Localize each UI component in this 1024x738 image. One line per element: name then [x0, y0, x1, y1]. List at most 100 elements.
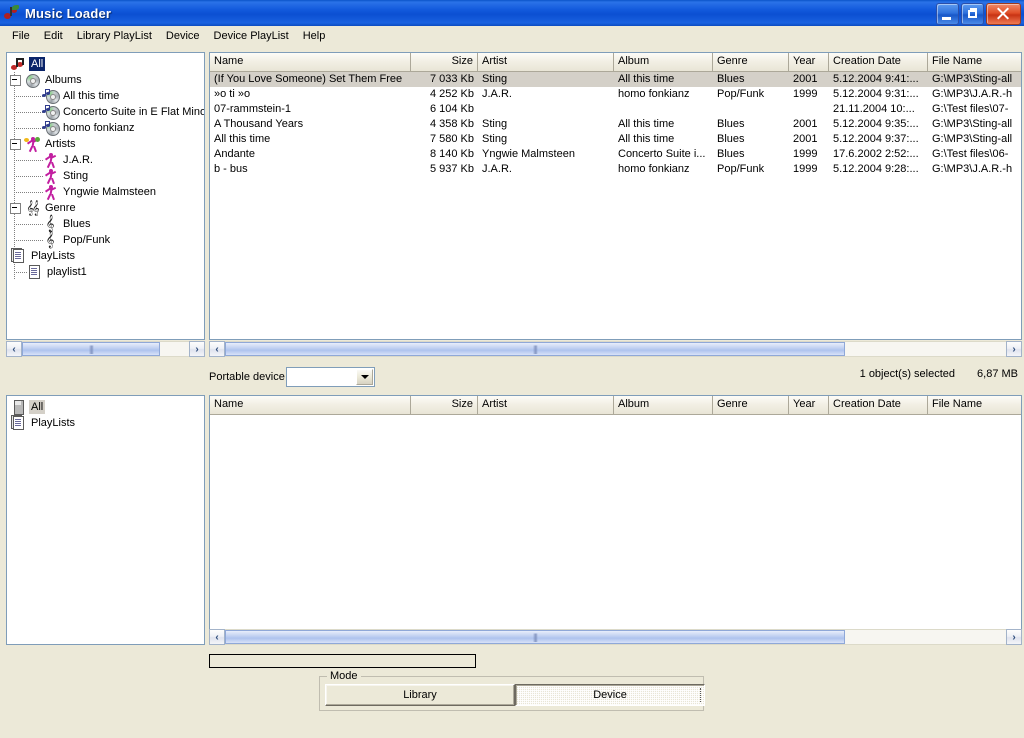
menu-device-playlist[interactable]: Device PlayList [207, 28, 296, 44]
library-list-cell: 7 580 Kb [429, 133, 474, 145]
library-list-cell: Concerto Suite i... [618, 148, 706, 160]
scroll-thumb[interactable]: ||| [225, 342, 845, 356]
library-list-cell: All this time [618, 118, 675, 130]
scroll-track[interactable]: ||| [225, 341, 1006, 357]
library-list-cell: 5.12.2004 9:37:... [833, 133, 919, 145]
scroll-left-arrow[interactable]: ‹ [209, 341, 225, 357]
device-list-column-header[interactable]: Year [789, 396, 829, 414]
scroll-grip: ||| [88, 344, 94, 354]
device-tree-node[interactable]: PlayLists [10, 415, 204, 431]
table-row[interactable]: »o ti »o 4 252 Kb J.A.R. homo fonkianz Pop/F… [210, 87, 1021, 102]
cd-music-icon [42, 88, 60, 104]
scroll-right-arrow[interactable]: › [189, 341, 205, 357]
library-list-cell: 21.11.2004 10:... [833, 103, 915, 115]
library-tree-node-label: J.A.R. [63, 154, 93, 166]
library-tree-expander[interactable] [10, 138, 21, 150]
library-tree-node[interactable]: Sting [10, 168, 204, 185]
library-list-cell: 8 140 Kb [429, 148, 474, 160]
scroll-thumb[interactable]: ||| [225, 630, 845, 644]
device-list-column-header[interactable]: Artist [478, 396, 614, 414]
library-list-cell: 4 358 Kb [429, 118, 474, 130]
scroll-left-arrow[interactable]: ‹ [6, 341, 22, 357]
library-tree-node[interactable]: 𝄞 Blues [10, 216, 204, 232]
menu-help[interactable]: Help [296, 28, 333, 44]
menu-file[interactable]: File [5, 28, 37, 44]
library-list-cell: 2001 [793, 118, 818, 130]
library-tree-node[interactable]: homo fonkianz [10, 120, 204, 136]
menu-device[interactable]: Device [159, 28, 207, 44]
device-list-header[interactable]: Name Size Artist Album Genre Year Creation Dat… [210, 396, 1021, 415]
device-tree-node[interactable]: All [10, 399, 204, 415]
library-list-cell: homo fonkianz [618, 88, 690, 100]
music-note-icon [10, 56, 26, 72]
library-list-column-header[interactable]: Year [789, 53, 829, 71]
device-tree[interactable]: All PlayLists [6, 395, 205, 645]
library-list-column-header[interactable]: Name [210, 53, 411, 71]
menu-edit[interactable]: Edit [37, 28, 70, 44]
clef-icon: 𝄞 [45, 231, 55, 248]
menu-library-playlist[interactable]: Library PlayList [70, 28, 159, 44]
scroll-left-arrow[interactable]: ‹ [209, 629, 225, 645]
table-row[interactable]: A Thousand Years 4 358 Kb Sting All this ti… [210, 117, 1021, 132]
library-list[interactable]: Name Size Artist Album Genre Year Creation Dat… [209, 52, 1022, 340]
library-list-column-header[interactable]: Artist [478, 53, 614, 71]
device-list-column-header[interactable]: Genre [713, 396, 789, 414]
window-controls [936, 3, 1021, 25]
library-tree-node[interactable]: J.A.R. [10, 152, 204, 169]
library-tree-node[interactable]: All this time [10, 88, 204, 104]
portable-device-label: Portable device [209, 371, 285, 383]
playlist-icon [26, 264, 42, 280]
dancer-icon [42, 152, 58, 169]
library-list-column-header[interactable]: Creation Date [829, 53, 928, 71]
close-button[interactable] [986, 3, 1021, 25]
device-list-column-header[interactable]: Creation Date [829, 396, 928, 414]
table-row[interactable]: (If You Love Someone) Set Them Free 7 033… [210, 72, 1021, 87]
library-list-hscrollbar[interactable]: ‹ ||| › [209, 341, 1022, 357]
library-tree-node[interactable]: Concerto Suite in E Flat Minor [10, 104, 204, 120]
scroll-right-arrow[interactable]: › [1006, 341, 1022, 357]
library-tree-node[interactable]: All [10, 56, 204, 72]
mode-library-button[interactable]: Library [325, 684, 515, 706]
library-list-column-header[interactable]: Album [614, 53, 713, 71]
restore-button[interactable] [961, 3, 984, 25]
library-list-cell: 5.12.2004 9:35:... [833, 118, 919, 130]
table-row[interactable]: b - bus 5 937 Kb J.A.R. homo fonkianz Pop/Fu… [210, 162, 1021, 177]
table-row[interactable]: All this time 7 580 Kb Sting All this time B… [210, 132, 1021, 147]
library-list-body[interactable]: (If You Love Someone) Set Them Free 7 033… [210, 72, 1021, 177]
chevron-down-icon[interactable] [356, 369, 373, 385]
library-list-header[interactable]: Name Size Artist Album Genre Year Creation Dat… [210, 53, 1021, 72]
library-tree[interactable]: All Albums All this time Concerto Suite in … [6, 52, 205, 340]
library-list-cell: G:\MP3\J.A.R.-h [932, 88, 1013, 100]
scroll-track[interactable]: ||| [225, 629, 1006, 645]
portable-device-combo[interactable] [286, 367, 375, 387]
library-tree-node[interactable]: playlist1 [10, 264, 204, 280]
library-tree-node[interactable]: Albums [10, 72, 204, 88]
library-tree-node[interactable]: 𝄞 Pop/Funk [10, 232, 204, 248]
library-tree-node[interactable]: Artists [10, 136, 204, 153]
library-tree-expander[interactable] [10, 202, 21, 214]
library-tree-hscrollbar[interactable]: ‹ ||| › [6, 341, 205, 357]
library-list-cell: Blues [717, 118, 745, 130]
device-list-column-header[interactable]: Album [614, 396, 713, 414]
library-list-column-header[interactable]: File Name [928, 53, 1021, 71]
table-row[interactable]: Andante 8 140 Kb Yngwie Malmsteen Concerto … [210, 147, 1021, 162]
library-tree-node[interactable]: 𝄞𝄞 Genre [10, 200, 204, 216]
device-list-column-header[interactable]: File Name [928, 396, 1021, 414]
library-tree-node[interactable]: PlayLists [10, 248, 204, 264]
library-tree-node[interactable]: Yngwie Malmsteen [10, 184, 204, 201]
scroll-right-arrow[interactable]: › [1006, 629, 1022, 645]
library-list-cell: Pop/Funk [717, 163, 765, 175]
device-list-hscrollbar[interactable]: ‹ ||| › [209, 629, 1022, 645]
library-tree-expander[interactable] [10, 74, 21, 86]
device-list-column-header[interactable]: Name [210, 396, 411, 414]
mode-device-button[interactable]: Device [515, 684, 705, 706]
scroll-track[interactable]: ||| [22, 341, 189, 357]
scroll-thumb[interactable]: ||| [22, 342, 160, 356]
cd-music-icon [42, 120, 60, 136]
device-list[interactable]: Name Size Artist Album Genre Year Creation Dat… [209, 395, 1022, 645]
device-list-column-header[interactable]: Size [411, 396, 478, 414]
library-list-column-header[interactable]: Genre [713, 53, 789, 71]
library-list-column-header[interactable]: Size [411, 53, 478, 71]
table-row[interactable]: 07-rammstein-1 6 104 Kb 21.11.2004 10:... G… [210, 102, 1021, 117]
minimize-button[interactable] [936, 3, 959, 25]
